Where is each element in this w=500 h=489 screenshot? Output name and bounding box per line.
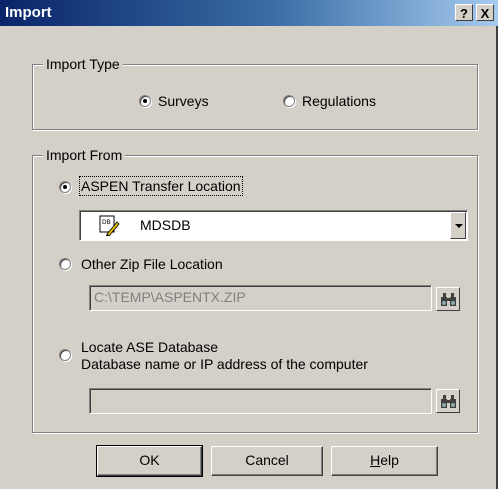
binoculars-icon: [441, 395, 456, 408]
ok-button[interactable]: OK: [96, 445, 203, 477]
help-button[interactable]: Help: [331, 446, 438, 476]
aspen-transfer-radio[interactable]: [59, 181, 71, 193]
surveys-radio[interactable]: [139, 95, 151, 107]
import-dialog: Import ? X Import Type Surveys Regulatio…: [0, 0, 498, 489]
zip-browse-button[interactable]: [436, 287, 460, 311]
regulations-radio[interactable]: [283, 95, 295, 107]
ase-browse-button[interactable]: [436, 389, 460, 413]
import-type-legend: Import Type: [43, 56, 123, 72]
help-button-rest: elp: [380, 452, 399, 468]
locate-ase-radio[interactable]: [59, 349, 71, 361]
aspen-location-combobox[interactable]: DB MDSDB: [79, 210, 468, 241]
other-zip-label[interactable]: Other Zip File Location: [81, 256, 223, 272]
zip-path-field[interactable]: C:\TEMP\ASPENTX.ZIP: [89, 285, 432, 311]
aspen-location-value: MDSDB: [140, 217, 191, 233]
locate-ase-sublabel: Database name or IP address of the compu…: [81, 356, 368, 372]
aspen-transfer-label[interactable]: ASPEN Transfer Location: [79, 176, 243, 196]
regulations-label[interactable]: Regulations: [302, 93, 376, 109]
window-title: Import: [5, 4, 52, 21]
other-zip-radio[interactable]: [59, 258, 71, 270]
locate-ase-label[interactable]: Locate ASE Database: [81, 339, 218, 355]
help-title-button[interactable]: ?: [455, 4, 473, 21]
dropdown-arrow-icon[interactable]: [450, 212, 466, 239]
zip-path-value: C:\TEMP\ASPENTX.ZIP: [94, 289, 246, 305]
ase-database-field[interactable]: [89, 388, 432, 414]
import-type-group: Import Type: [32, 56, 478, 130]
svg-text:DB: DB: [102, 219, 111, 226]
cancel-button[interactable]: Cancel: [211, 446, 323, 476]
title-bar[interactable]: Import ? X: [0, 0, 498, 26]
import-from-legend: Import From: [43, 147, 126, 163]
help-button-mnemonic: H: [370, 452, 381, 468]
database-pencil-icon: DB: [98, 214, 120, 237]
close-button[interactable]: X: [476, 4, 494, 21]
binoculars-icon: [441, 293, 456, 306]
surveys-label[interactable]: Surveys: [158, 93, 209, 109]
